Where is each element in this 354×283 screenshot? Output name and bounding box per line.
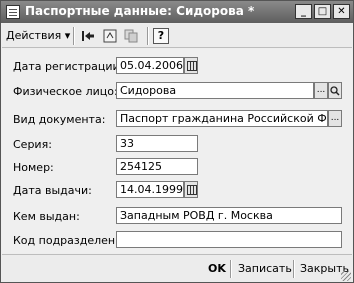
registration-date-field[interactable]: 05.04.2006 [116, 57, 184, 74]
calendar-icon[interactable] [184, 181, 198, 198]
issued-by-field[interactable]: Западным РОВД г. Москва [116, 207, 342, 224]
doc-type-field[interactable]: Паспорт гражданина Российской Федер [116, 110, 328, 127]
maximize-button[interactable]: □ [314, 4, 331, 19]
issue-date-label: Дата выдачи: [13, 184, 92, 197]
window-title: Паспортные данные: Сидорова * [25, 4, 255, 18]
issue-date-field[interactable]: 14.04.1999 [116, 181, 184, 198]
actions-label: Действия [6, 29, 62, 42]
number-label: Номер: [13, 161, 54, 174]
minimize-button[interactable]: _ [295, 4, 312, 19]
select-ellipsis-button[interactable]: ... [328, 110, 342, 127]
actions-menu-button[interactable]: Действия ▾ [6, 28, 70, 44]
series-label: Серия: [13, 138, 52, 151]
toolbar-separator [147, 27, 148, 45]
number-field[interactable]: 254125 [116, 158, 198, 175]
save-button[interactable]: Записать [238, 260, 292, 278]
resize-grip-icon[interactable] [341, 271, 351, 281]
toolbar-separator [73, 27, 74, 45]
registration-date-label: Дата регистрации: [13, 60, 124, 73]
select-ellipsis-button[interactable]: ... [314, 82, 328, 99]
doc-type-label: Вид документа: [13, 113, 106, 126]
toolbar: Действия ▾ ? [2, 24, 352, 48]
form-icon [6, 5, 20, 19]
footer-separator [293, 260, 294, 278]
copy-icon[interactable] [122, 27, 140, 45]
person-field[interactable]: Сидорова [116, 82, 314, 99]
issued-by-label: Кем выдан: [13, 210, 80, 223]
title-bar[interactable]: Паспортные данные: Сидорова * _ □ ✕ [1, 1, 353, 23]
close-window-button[interactable]: ✕ [333, 4, 350, 19]
help-icon[interactable]: ? [153, 28, 169, 44]
series-field[interactable]: 33 [116, 135, 198, 152]
division-code-label: Код подразделения: [13, 234, 133, 247]
chevron-down-icon: ▾ [64, 29, 71, 42]
dialog-window: Паспортные данные: Сидорова * _ □ ✕ Дейс… [0, 0, 354, 283]
search-icon[interactable] [328, 82, 342, 99]
footer-bar: OK Записать Закрыть [2, 254, 352, 282]
calendar-icon[interactable] [184, 57, 198, 74]
person-label: Физическое лицо: [13, 85, 118, 98]
arrow-left-icon[interactable] [79, 27, 97, 45]
refresh-icon[interactable] [101, 27, 119, 45]
division-code-field[interactable] [116, 231, 342, 248]
footer-separator [230, 260, 231, 278]
ok-button[interactable]: OK [208, 260, 226, 278]
form-content: Дата регистрации: 05.04.2006 Физическое … [2, 49, 352, 253]
